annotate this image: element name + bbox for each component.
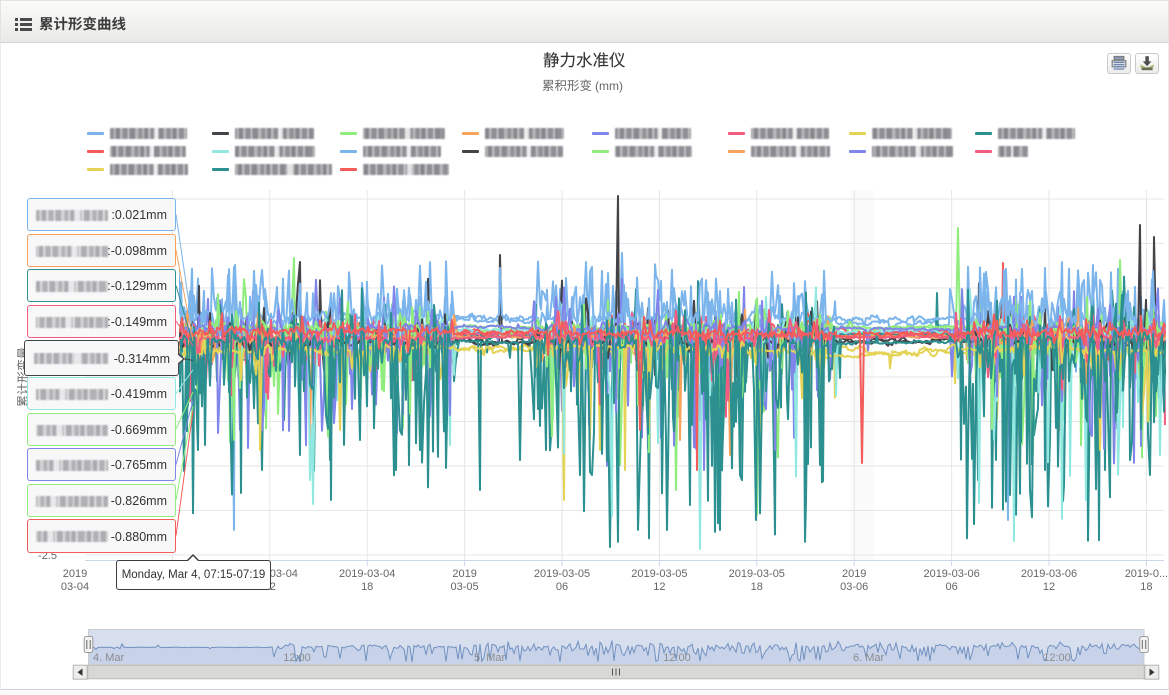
svg-text:(mm): (mm) <box>595 79 623 93</box>
